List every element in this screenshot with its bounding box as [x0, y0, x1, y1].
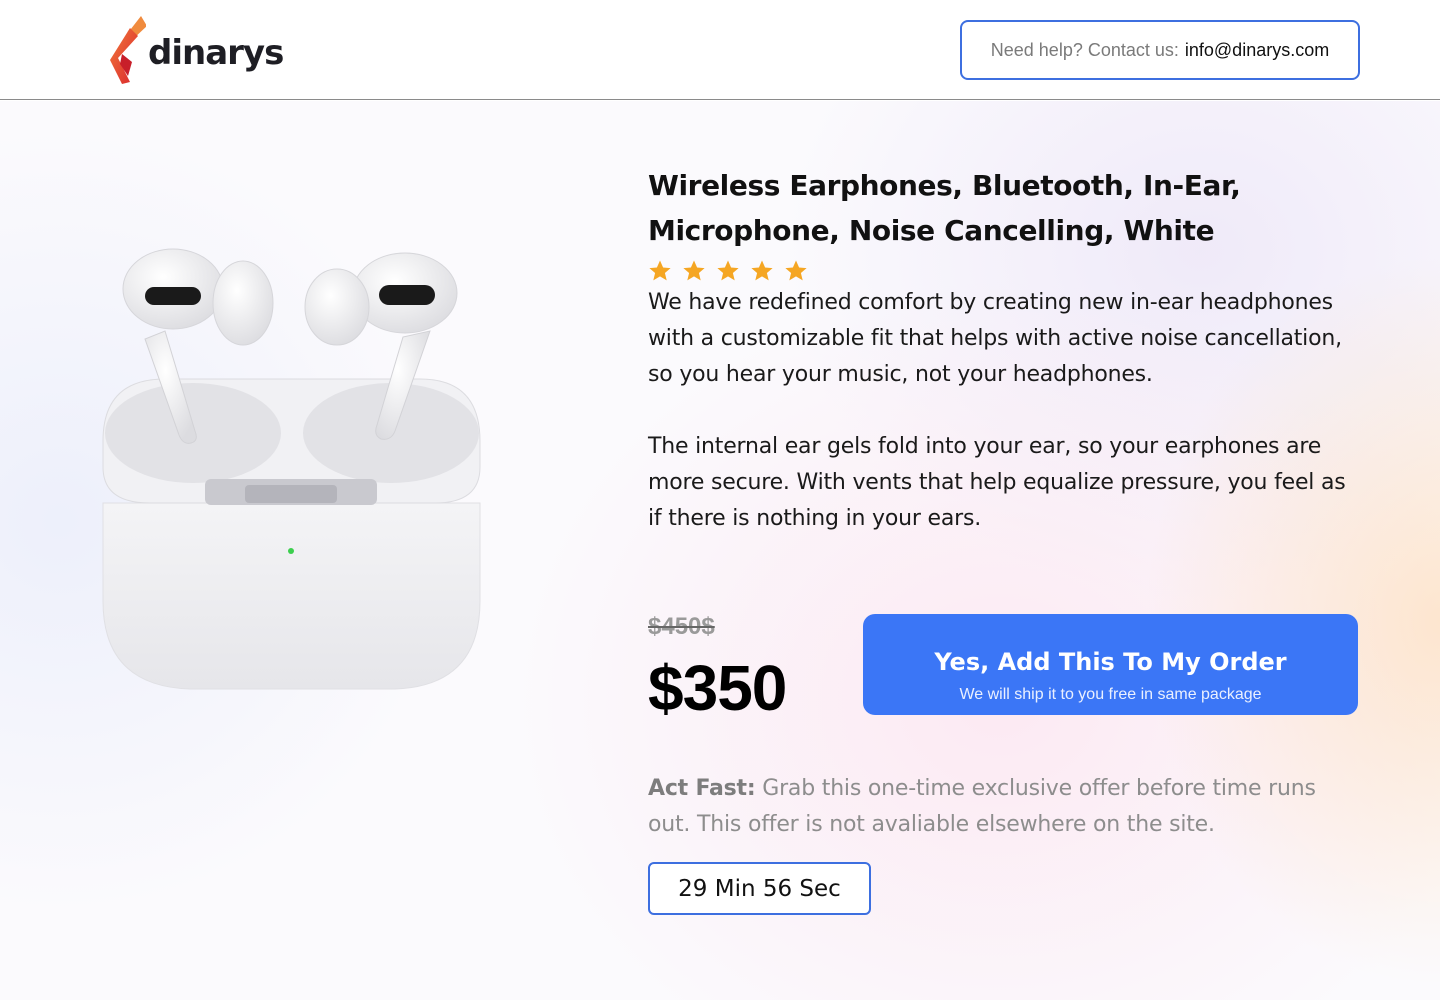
description-paragraph: The internal ear gels fold into your ear…	[648, 434, 1346, 531]
brand-logo[interactable]: dinarys	[108, 14, 284, 86]
brand-name: dinarys	[148, 33, 284, 73]
star-icon	[649, 260, 671, 281]
help-contact-box: Need help? Contact us: info@dinarys.com	[960, 20, 1360, 80]
star-icon	[751, 260, 773, 281]
countdown-timer: 29 Min 56 Sec	[648, 862, 871, 915]
old-price: $450$	[648, 613, 715, 640]
airpods-pro-icon	[102, 248, 481, 690]
star-icon	[683, 260, 705, 281]
add-to-order-button[interactable]: Yes, Add This To My Order We will ship i…	[863, 614, 1358, 715]
offer-label: Act Fast:	[648, 776, 756, 801]
add-to-order-label: Yes, Add This To My Order	[934, 647, 1287, 676]
product-details: Wireless Earphones, Bluetooth, In-Ear, M…	[648, 163, 1368, 537]
dinarys-logo-icon	[110, 16, 146, 84]
add-to-order-subtitle: We will ship it to you free in same pack…	[959, 685, 1262, 703]
page-header: dinarys Need help? Contact us: info@dina…	[0, 0, 1440, 100]
offer-notice: Act Fast: Grab this one-time exclusive o…	[648, 771, 1358, 843]
star-icon	[785, 260, 807, 281]
product-title: Wireless Earphones, Bluetooth, In-Ear, M…	[648, 169, 1241, 247]
help-email-link[interactable]: info@dinarys.com	[1185, 40, 1329, 61]
description-paragraph: We have redefined comfort by creating ne…	[648, 290, 1342, 387]
rating-stars	[648, 259, 1368, 283]
star-icon	[717, 260, 739, 281]
product-description: We have redefined comfort by creating ne…	[648, 285, 1353, 537]
help-prefix: Need help? Contact us:	[990, 39, 1179, 60]
current-price: $350	[648, 652, 787, 724]
offer-section: Wireless Earphones, Bluetooth, In-Ear, M…	[0, 101, 1440, 1000]
